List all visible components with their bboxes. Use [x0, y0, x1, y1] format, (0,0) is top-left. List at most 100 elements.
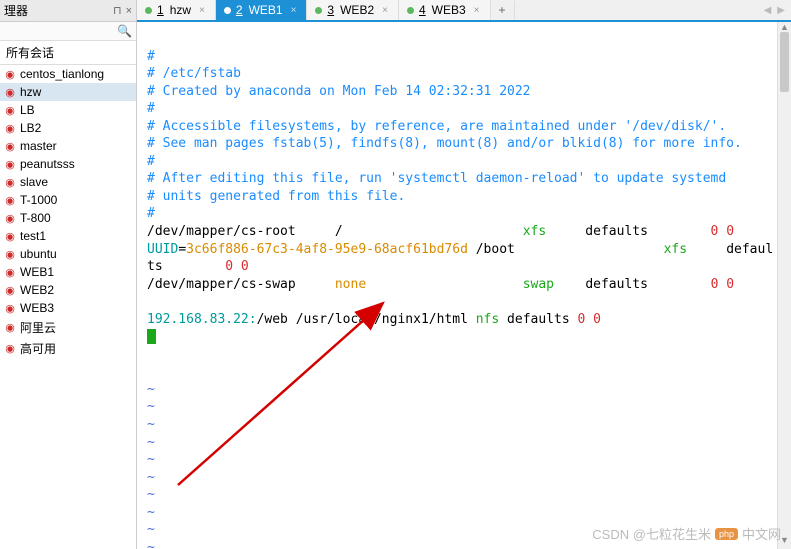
session-label: hzw — [20, 85, 41, 99]
main-area: 1 hzw×2 WEB1×3 WEB2×4 WEB3×+◀▶ # # /etc/… — [137, 0, 791, 549]
status-dot-icon — [224, 7, 231, 14]
session-label: 高可用 — [20, 340, 56, 357]
session-item[interactable]: ◉ test1 — [0, 227, 136, 245]
tab[interactable]: 3 WEB2 × — [307, 0, 399, 20]
scrollbar-vertical[interactable]: ▲ ▼ — [777, 22, 791, 549]
comment-line: # — [147, 206, 155, 221]
terminal-icon: ◉ — [4, 302, 16, 314]
comment-line: # — [147, 49, 155, 64]
terminal-icon: ◉ — [4, 230, 16, 242]
tab-label: WEB1 — [249, 3, 283, 17]
add-tab-button[interactable]: + — [491, 1, 515, 19]
session-item[interactable]: ◉ peanutsss — [0, 155, 136, 173]
terminal-cursor — [147, 329, 156, 344]
terminal-icon: ◉ — [4, 104, 16, 116]
comment-line: # Created by anaconda on Mon Feb 14 02:3… — [147, 84, 531, 99]
sidebar-search-row: 🔍 — [0, 22, 136, 41]
terminal-icon: ◉ — [4, 122, 16, 134]
session-item[interactable]: ◉ WEB1 — [0, 263, 136, 281]
close-icon[interactable]: × — [199, 5, 205, 16]
session-label: slave — [20, 175, 48, 189]
tab-index: 4 — [419, 3, 426, 17]
comment-line: # See man pages fstab(5), findfs(8), mou… — [147, 136, 742, 151]
session-item[interactable]: ◉ slave — [0, 173, 136, 191]
session-label: T-1000 — [20, 193, 57, 207]
session-item[interactable]: ◉ 高可用 — [0, 338, 136, 359]
terminal-icon: ◉ — [4, 212, 16, 224]
terminal-icon: ◉ — [4, 86, 16, 98]
tab-index: 3 — [327, 3, 334, 17]
terminal-icon: ◉ — [4, 140, 16, 152]
tab-label: WEB2 — [340, 3, 374, 17]
session-label: test1 — [20, 229, 46, 243]
chevron-right-icon[interactable]: ▶ — [777, 5, 785, 16]
comment-line: # units generated from this file. — [147, 189, 405, 204]
session-item[interactable]: ◉ hzw — [0, 83, 136, 101]
watermark-badge: php — [715, 528, 738, 540]
session-item[interactable]: ◉ 阿里云 — [0, 317, 136, 338]
session-item[interactable]: ◉ T-1000 — [0, 191, 136, 209]
comment-line: # — [147, 154, 155, 169]
vim-tilde: ~ — [147, 505, 155, 520]
close-panel-icon[interactable]: × — [126, 5, 132, 17]
vim-tilde: ~ — [147, 399, 155, 414]
session-sidebar: 理器 ⊓ × 🔍 所有会话 ◉centos_tianlong◉hzw◉LB◉LB… — [0, 0, 137, 549]
terminal[interactable]: # # /etc/fstab # Created by anaconda on … — [137, 22, 791, 549]
vim-tilde: ~ — [147, 382, 155, 397]
session-label: peanutsss — [20, 157, 75, 171]
fstab-uuid-wrap: ts 0 0 — [147, 259, 249, 274]
tab[interactable]: 1 hzw × — [137, 0, 216, 20]
tab-index: 1 — [157, 3, 164, 17]
terminal-icon: ◉ — [4, 343, 16, 355]
session-list: ◉centos_tianlong◉hzw◉LB◉LB2◉master◉peanu… — [0, 65, 136, 549]
terminal-icon: ◉ — [4, 284, 16, 296]
vim-tilde: ~ — [147, 452, 155, 467]
fstab-nfs-line: 192.168.83.22:/web /usr/local/nginx1/htm… — [147, 312, 601, 327]
tab-label: hzw — [170, 3, 191, 17]
watermark: CSDN @七粒花生米 php 中文网 — [592, 524, 781, 543]
vim-tilde: ~ — [147, 522, 155, 537]
terminal-icon: ◉ — [4, 248, 16, 260]
session-label: 阿里云 — [20, 319, 56, 336]
vim-tilde: ~ — [147, 540, 155, 549]
session-item[interactable]: ◉ WEB3 — [0, 299, 136, 317]
session-item[interactable]: ◉ WEB2 — [0, 281, 136, 299]
sidebar-title: 理器 — [4, 2, 109, 19]
tab[interactable]: 4 WEB3 × — [399, 0, 491, 20]
tab-label: WEB3 — [432, 3, 466, 17]
terminal-icon: ◉ — [4, 194, 16, 206]
fstab-swap-line: /dev/mapper/cs-swap none swap defaults 0… — [147, 277, 734, 292]
session-label: LB2 — [20, 121, 41, 135]
fstab-uuid-line: UUID=3c66f886-67c3-4af8-95e9-68acf61bd76… — [147, 242, 773, 257]
scrollbar-thumb[interactable] — [780, 32, 789, 92]
close-icon[interactable]: × — [474, 5, 480, 16]
close-icon[interactable]: × — [382, 5, 388, 16]
chevron-left-icon[interactable]: ◀ — [764, 5, 772, 16]
session-item[interactable]: ◉ T-800 — [0, 209, 136, 227]
session-item[interactable]: ◉LB — [0, 101, 136, 119]
session-item[interactable]: ◉ ubuntu — [0, 245, 136, 263]
session-label: WEB3 — [20, 301, 54, 315]
session-label: WEB2 — [20, 283, 54, 297]
session-label: WEB1 — [20, 265, 54, 279]
session-item[interactable]: ◉centos_tianlong — [0, 65, 136, 83]
session-label: ubuntu — [20, 247, 57, 261]
session-label: T-800 — [20, 211, 51, 225]
tabbar: 1 hzw×2 WEB1×3 WEB2×4 WEB3×+◀▶ — [137, 0, 791, 22]
close-icon[interactable]: × — [291, 5, 297, 16]
status-dot-icon — [145, 7, 152, 14]
session-group-header[interactable]: 所有会话 — [0, 41, 136, 65]
session-label: centos_tianlong — [20, 67, 104, 81]
search-icon[interactable]: 🔍 — [117, 24, 132, 38]
pin-icon[interactable]: ⊓ — [113, 4, 122, 17]
status-dot-icon — [407, 7, 414, 14]
comment-line: # /etc/fstab — [147, 66, 241, 81]
session-item[interactable]: ◉ LB2 — [0, 119, 136, 137]
terminal-icon: ◉ — [4, 176, 16, 188]
terminal-icon: ◉ — [4, 322, 16, 334]
session-item[interactable]: ◉master — [0, 137, 136, 155]
tab[interactable]: 2 WEB1× — [216, 0, 308, 20]
terminal-icon: ◉ — [4, 266, 16, 278]
terminal-icon: ◉ — [4, 158, 16, 170]
fstab-root-line: /dev/mapper/cs-root / xfs defaults 0 0 — [147, 224, 734, 239]
